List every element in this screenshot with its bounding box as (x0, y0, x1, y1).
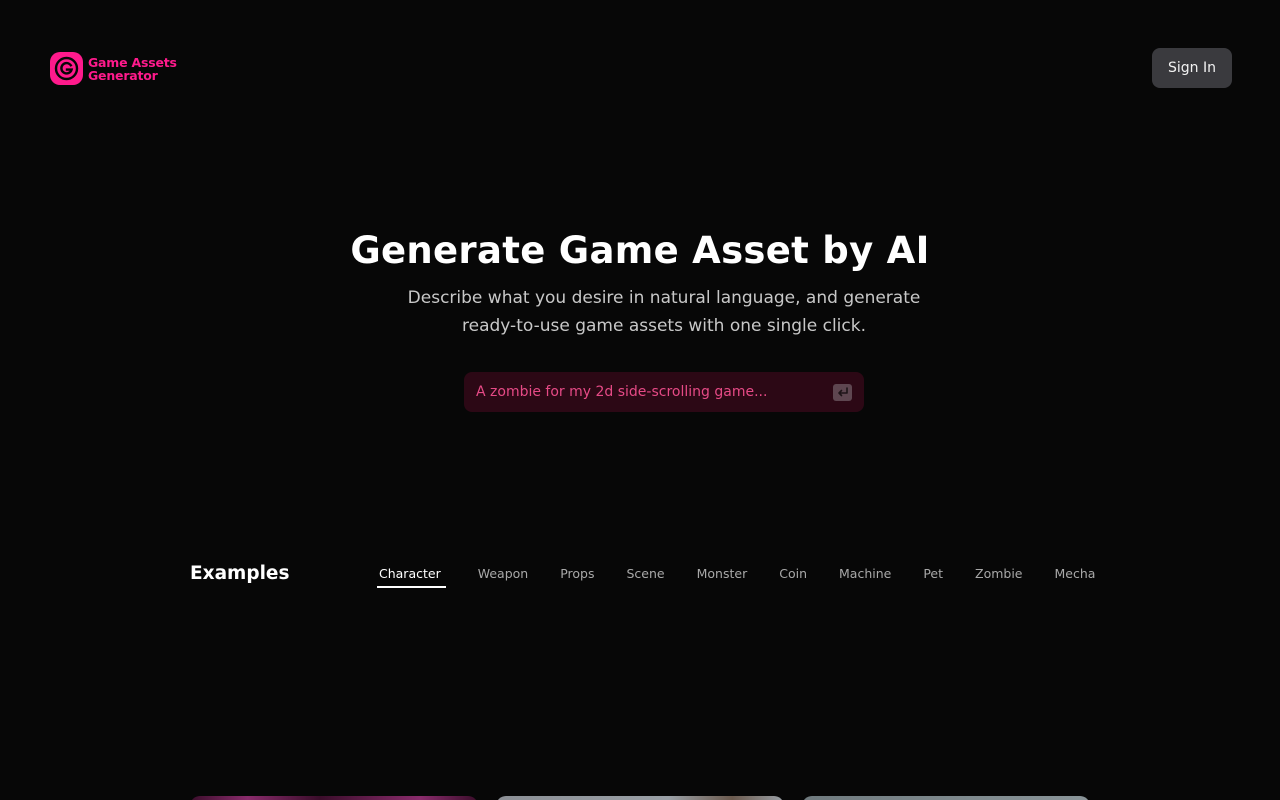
tab-zombie[interactable]: Zombie (975, 562, 1023, 588)
tab-monster[interactable]: Monster (697, 562, 748, 588)
example-card[interactable] (802, 796, 1090, 800)
enter-arrow-glyph (838, 386, 848, 396)
hero-subtitle-line-1: Describe what you desire in natural lang… (407, 288, 921, 308)
page: Game Assets Generator Sign In Generate G… (0, 0, 1280, 800)
prompt-box (464, 372, 864, 412)
logo-line-2: Generator (88, 67, 158, 83)
tab-pet[interactable]: Pet (923, 562, 943, 588)
example-card[interactable] (190, 796, 478, 800)
hero-subtitle: Describe what you desire in natural lang… (364, 284, 964, 340)
logo-text: Game Assets Generator (88, 56, 177, 82)
tab-weapon[interactable]: Weapon (478, 562, 528, 588)
tab-coin[interactable]: Coin (779, 562, 807, 588)
prompt-input[interactable] (476, 372, 827, 412)
tab-props[interactable]: Props (560, 562, 594, 588)
logo-line-1: Game Assets (88, 54, 177, 70)
sign-in-button[interactable]: Sign In (1152, 48, 1232, 88)
logo[interactable]: Game Assets Generator (50, 52, 177, 85)
examples-title: Examples (190, 563, 290, 584)
logo-g-icon (50, 52, 83, 85)
example-card[interactable] (496, 796, 784, 800)
hero-subtitle-line-2: ready-to-use game assets with one single… (462, 316, 866, 336)
tab-machine[interactable]: Machine (839, 562, 891, 588)
enter-key-icon[interactable] (833, 383, 852, 401)
tab-character[interactable]: Character (377, 562, 446, 588)
tab-scene[interactable]: Scene (626, 562, 664, 588)
tab-mecha[interactable]: Mecha (1055, 562, 1096, 588)
examples-tabs: Character Weapon Props Scene Monster Coin Mach… (377, 562, 1095, 588)
hero-title: Generate Game Asset by AI (350, 229, 930, 272)
